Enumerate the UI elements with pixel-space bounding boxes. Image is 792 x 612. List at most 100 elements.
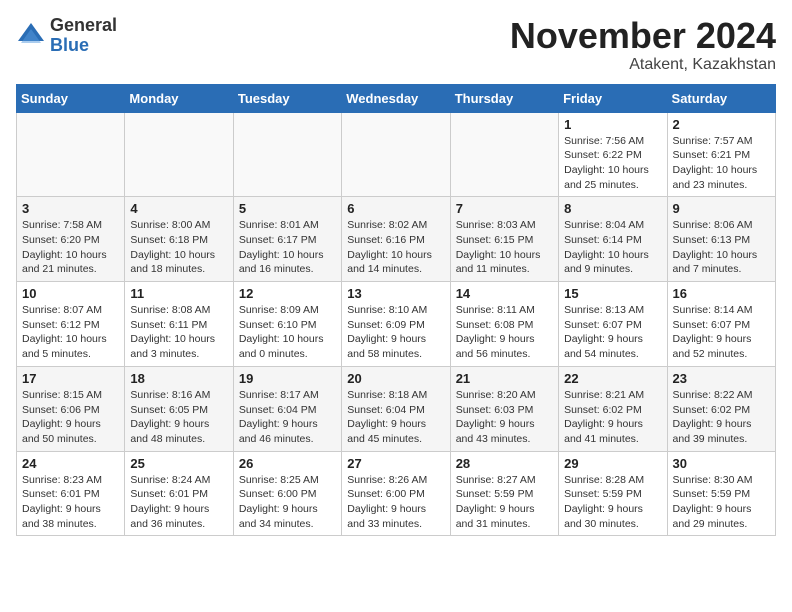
page-header: General Blue November 2024 Atakent, Kaza… bbox=[16, 16, 776, 74]
calendar-cell: 19 Sunrise: 8:17 AM Sunset: 6:04 PM Dayli… bbox=[233, 366, 341, 451]
day-number: 7 bbox=[456, 201, 553, 216]
day-info: Sunrise: 8:13 AM Sunset: 6:07 PM Dayligh… bbox=[564, 303, 661, 362]
calendar-cell: 13 Sunrise: 8:10 AM Sunset: 6:09 PM Dayli… bbox=[342, 282, 450, 367]
calendar-cell: 12 Sunrise: 8:09 AM Sunset: 6:10 PM Dayli… bbox=[233, 282, 341, 367]
calendar-week-1: 1 Sunrise: 7:56 AM Sunset: 6:22 PM Daylig… bbox=[17, 112, 776, 197]
day-number: 6 bbox=[347, 201, 444, 216]
day-number: 29 bbox=[564, 456, 661, 471]
logo: General Blue bbox=[16, 16, 117, 56]
calendar-week-5: 24 Sunrise: 8:23 AM Sunset: 6:01 PM Dayli… bbox=[17, 451, 776, 536]
weekday-header-tuesday: Tuesday bbox=[233, 84, 341, 112]
day-info: Sunrise: 8:03 AM Sunset: 6:15 PM Dayligh… bbox=[456, 218, 553, 277]
title-block: November 2024 Atakent, Kazakhstan bbox=[510, 16, 776, 74]
calendar-cell bbox=[233, 112, 341, 197]
calendar-week-4: 17Sunrise: 8:15 AM Sunset: 6:06 PM Dayli… bbox=[17, 366, 776, 451]
day-info: Sunrise: 8:24 AM Sunset: 6:01 PM Dayligh… bbox=[130, 473, 227, 532]
calendar-cell bbox=[450, 112, 558, 197]
calendar-cell: 30 Sunrise: 8:30 AM Sunset: 5:59 PM Dayli… bbox=[667, 451, 775, 536]
calendar-cell: 11 Sunrise: 8:08 AM Sunset: 6:11 PM Dayli… bbox=[125, 282, 233, 367]
day-info: Sunrise: 8:21 AM Sunset: 6:02 PM Dayligh… bbox=[564, 388, 661, 447]
day-number: 11 bbox=[130, 286, 227, 301]
calendar-cell: 15 Sunrise: 8:13 AM Sunset: 6:07 PM Dayli… bbox=[559, 282, 667, 367]
day-info: Sunrise: 8:14 AM Sunset: 6:07 PM Dayligh… bbox=[673, 303, 770, 362]
day-info: Sunrise: 8:08 AM Sunset: 6:11 PM Dayligh… bbox=[130, 303, 227, 362]
day-info: Sunrise: 8:20 AM Sunset: 6:03 PM Dayligh… bbox=[456, 388, 553, 447]
day-number: 9 bbox=[673, 201, 770, 216]
day-number: 21 bbox=[456, 371, 553, 386]
day-number: 25 bbox=[130, 456, 227, 471]
day-number: 3 bbox=[22, 201, 119, 216]
weekday-header-row: SundayMondayTuesdayWednesdayThursdayFrid… bbox=[17, 84, 776, 112]
day-info: Sunrise: 8:07 AM Sunset: 6:12 PM Dayligh… bbox=[22, 303, 119, 362]
day-info: Sunrise: 7:58 AM Sunset: 6:20 PM Dayligh… bbox=[22, 218, 119, 277]
day-number: 27 bbox=[347, 456, 444, 471]
weekday-header-monday: Monday bbox=[125, 84, 233, 112]
day-number: 23 bbox=[673, 371, 770, 386]
day-number: 8 bbox=[564, 201, 661, 216]
day-number: 14 bbox=[456, 286, 553, 301]
location: Atakent, Kazakhstan bbox=[510, 56, 776, 74]
day-info: Sunrise: 8:28 AM Sunset: 5:59 PM Dayligh… bbox=[564, 473, 661, 532]
calendar-week-2: 3 Sunrise: 7:58 AM Sunset: 6:20 PM Daylig… bbox=[17, 197, 776, 282]
day-number: 12 bbox=[239, 286, 336, 301]
weekday-header-thursday: Thursday bbox=[450, 84, 558, 112]
calendar-cell: 21 Sunrise: 8:20 AM Sunset: 6:03 PM Dayli… bbox=[450, 366, 558, 451]
day-number: 26 bbox=[239, 456, 336, 471]
calendar-cell: 10 Sunrise: 8:07 AM Sunset: 6:12 PM Dayli… bbox=[17, 282, 125, 367]
calendar-cell: 14 Sunrise: 8:11 AM Sunset: 6:08 PM Dayli… bbox=[450, 282, 558, 367]
day-info: Sunrise: 8:00 AM Sunset: 6:18 PM Dayligh… bbox=[130, 218, 227, 277]
logo-blue-text: Blue bbox=[50, 36, 117, 56]
calendar-cell: 2 Sunrise: 7:57 AM Sunset: 6:21 PM Daylig… bbox=[667, 112, 775, 197]
calendar-cell: 6 Sunrise: 8:02 AM Sunset: 6:16 PM Daylig… bbox=[342, 197, 450, 282]
calendar-cell: 22Sunrise: 8:21 AM Sunset: 6:02 PM Dayli… bbox=[559, 366, 667, 451]
calendar-cell bbox=[342, 112, 450, 197]
day-info: Sunrise: 8:11 AM Sunset: 6:08 PM Dayligh… bbox=[456, 303, 553, 362]
day-info: Sunrise: 8:17 AM Sunset: 6:04 PM Dayligh… bbox=[239, 388, 336, 447]
day-info: Sunrise: 8:16 AM Sunset: 6:05 PM Dayligh… bbox=[130, 388, 227, 447]
day-info: Sunrise: 8:01 AM Sunset: 6:17 PM Dayligh… bbox=[239, 218, 336, 277]
day-info: Sunrise: 8:30 AM Sunset: 5:59 PM Dayligh… bbox=[673, 473, 770, 532]
day-number: 5 bbox=[239, 201, 336, 216]
calendar-cell: 29 Sunrise: 8:28 AM Sunset: 5:59 PM Dayli… bbox=[559, 451, 667, 536]
calendar-cell: 5 Sunrise: 8:01 AM Sunset: 6:17 PM Daylig… bbox=[233, 197, 341, 282]
day-number: 24 bbox=[22, 456, 119, 471]
calendar-cell: 26 Sunrise: 8:25 AM Sunset: 6:00 PM Dayli… bbox=[233, 451, 341, 536]
day-number: 18 bbox=[130, 371, 227, 386]
day-info: Sunrise: 7:56 AM Sunset: 6:22 PM Dayligh… bbox=[564, 134, 661, 193]
day-number: 15 bbox=[564, 286, 661, 301]
calendar-cell: 24 Sunrise: 8:23 AM Sunset: 6:01 PM Dayli… bbox=[17, 451, 125, 536]
day-number: 4 bbox=[130, 201, 227, 216]
calendar-cell: 23 Sunrise: 8:22 AM Sunset: 6:02 PM Dayli… bbox=[667, 366, 775, 451]
calendar-cell bbox=[17, 112, 125, 197]
day-number: 30 bbox=[673, 456, 770, 471]
day-info: Sunrise: 8:09 AM Sunset: 6:10 PM Dayligh… bbox=[239, 303, 336, 362]
day-number: 28 bbox=[456, 456, 553, 471]
day-info: Sunrise: 8:23 AM Sunset: 6:01 PM Dayligh… bbox=[22, 473, 119, 532]
day-number: 2 bbox=[673, 117, 770, 132]
calendar-cell bbox=[125, 112, 233, 197]
day-number: 10 bbox=[22, 286, 119, 301]
calendar-cell: 28Sunrise: 8:27 AM Sunset: 5:59 PM Dayli… bbox=[450, 451, 558, 536]
calendar-cell: 9 Sunrise: 8:06 AM Sunset: 6:13 PM Daylig… bbox=[667, 197, 775, 282]
day-info: Sunrise: 8:22 AM Sunset: 6:02 PM Dayligh… bbox=[673, 388, 770, 447]
calendar-cell: 20Sunrise: 8:18 AM Sunset: 6:04 PM Dayli… bbox=[342, 366, 450, 451]
weekday-header-friday: Friday bbox=[559, 84, 667, 112]
day-info: Sunrise: 8:04 AM Sunset: 6:14 PM Dayligh… bbox=[564, 218, 661, 277]
day-number: 1 bbox=[564, 117, 661, 132]
calendar-week-3: 10 Sunrise: 8:07 AM Sunset: 6:12 PM Dayli… bbox=[17, 282, 776, 367]
day-info: Sunrise: 7:57 AM Sunset: 6:21 PM Dayligh… bbox=[673, 134, 770, 193]
day-info: Sunrise: 8:25 AM Sunset: 6:00 PM Dayligh… bbox=[239, 473, 336, 532]
calendar-cell: 8 Sunrise: 8:04 AM Sunset: 6:14 PM Daylig… bbox=[559, 197, 667, 282]
day-number: 17 bbox=[22, 371, 119, 386]
day-info: Sunrise: 8:10 AM Sunset: 6:09 PM Dayligh… bbox=[347, 303, 444, 362]
weekday-header-sunday: Sunday bbox=[17, 84, 125, 112]
day-number: 19 bbox=[239, 371, 336, 386]
day-info: Sunrise: 8:02 AM Sunset: 6:16 PM Dayligh… bbox=[347, 218, 444, 277]
weekday-header-wednesday: Wednesday bbox=[342, 84, 450, 112]
day-info: Sunrise: 8:06 AM Sunset: 6:13 PM Dayligh… bbox=[673, 218, 770, 277]
calendar-table: SundayMondayTuesdayWednesdayThursdayFrid… bbox=[16, 84, 776, 537]
day-number: 20 bbox=[347, 371, 444, 386]
day-number: 13 bbox=[347, 286, 444, 301]
calendar-cell: 7 Sunrise: 8:03 AM Sunset: 6:15 PM Daylig… bbox=[450, 197, 558, 282]
day-number: 16 bbox=[673, 286, 770, 301]
